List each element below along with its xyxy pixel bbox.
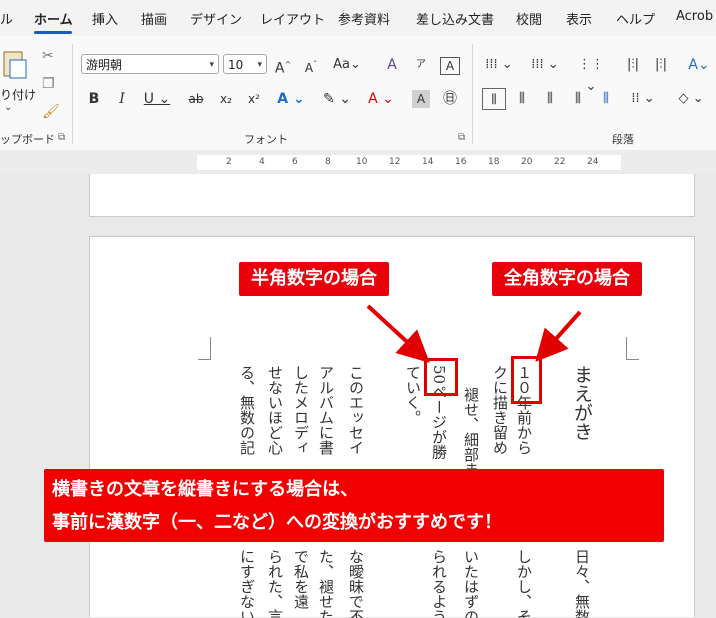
arrow-to-halfwidth xyxy=(366,304,430,363)
tip-banner: 横書きの文章を縦書きにする場合は、 事前に漢数字（一、二など）への変換がおすすめ… xyxy=(44,469,664,542)
tip-line-1: 横書きの文章を縦書きにする場合は、 xyxy=(52,479,359,500)
halfwidth-callout: 半角数字の場合 xyxy=(239,262,389,296)
tip-line-2: 事前に漢数字（一、二など）への変換がおすすめです！ xyxy=(52,512,502,533)
arrow-to-fullwidth xyxy=(535,310,582,362)
fullwidth-callout: 全角数字の場合 xyxy=(492,262,642,296)
